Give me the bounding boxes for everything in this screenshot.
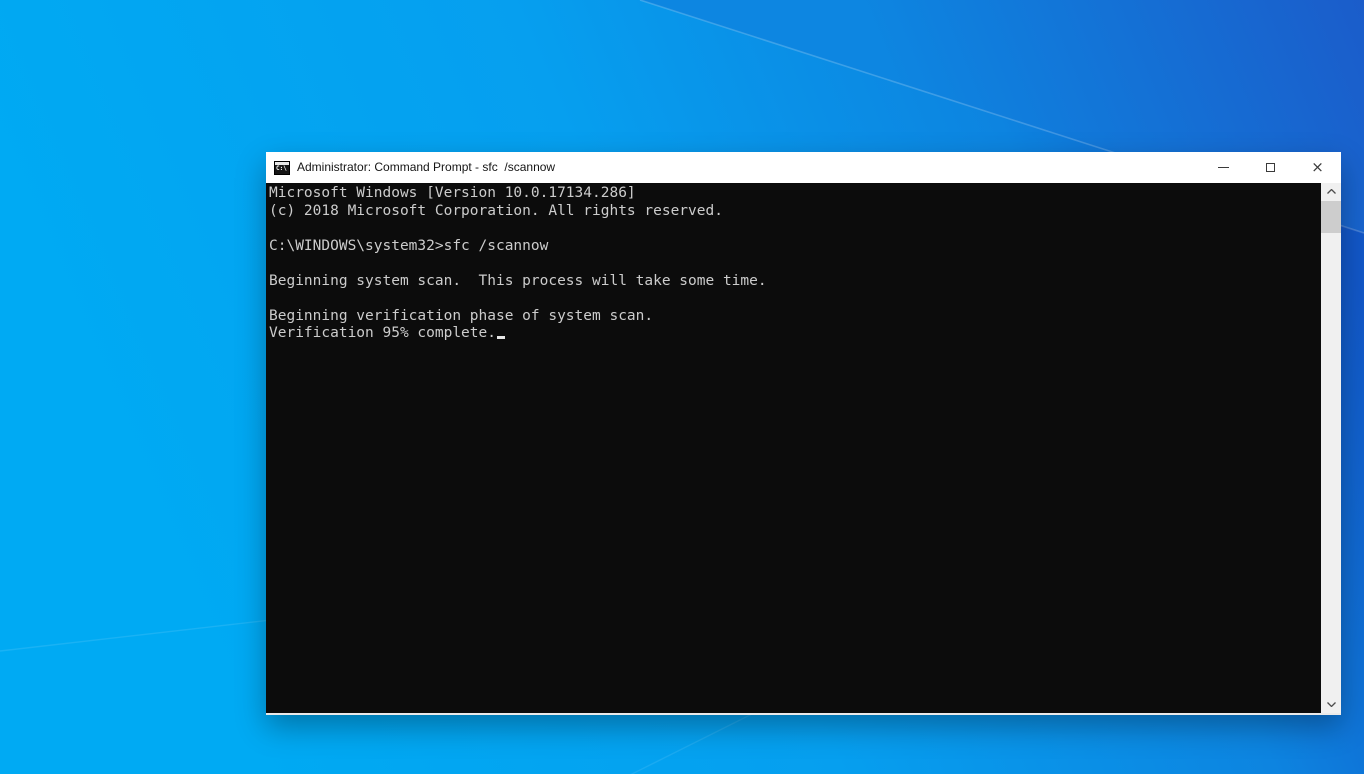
chevron-down-icon bbox=[1326, 702, 1336, 707]
terminal-progress-text: Verification 95% complete. bbox=[269, 325, 496, 341]
terminal-line-progress: Verification 95% complete. bbox=[269, 325, 1321, 343]
minimize-icon bbox=[1218, 167, 1229, 168]
window-controls: × bbox=[1200, 152, 1341, 183]
scrollbar-thumb[interactable] bbox=[1321, 201, 1341, 233]
titlebar[interactable]: C:\ Administrator: Command Prompt - sfc … bbox=[266, 152, 1341, 183]
close-button[interactable]: × bbox=[1294, 152, 1341, 183]
command-prompt-window: C:\ Administrator: Command Prompt - sfc … bbox=[266, 152, 1341, 715]
maximize-icon bbox=[1266, 163, 1275, 172]
command-prompt-icon-glyph: C:\ bbox=[276, 164, 287, 172]
desktop: C:\ Administrator: Command Prompt - sfc … bbox=[0, 0, 1364, 774]
maximize-button[interactable] bbox=[1247, 152, 1294, 183]
chevron-up-icon bbox=[1326, 189, 1336, 194]
command-prompt-icon: C:\ bbox=[274, 160, 290, 175]
window-title: Administrator: Command Prompt - sfc /sca… bbox=[297, 160, 556, 174]
scroll-down-button[interactable] bbox=[1321, 696, 1341, 713]
minimize-button[interactable] bbox=[1200, 152, 1247, 183]
close-icon: × bbox=[1311, 158, 1324, 176]
terminal-line-prompt: C:\WINDOWS\system32>sfc /scannow bbox=[269, 237, 549, 254]
scrollbar[interactable] bbox=[1321, 183, 1341, 713]
terminal-line: Microsoft Windows [Version 10.0.17134.28… bbox=[269, 185, 636, 201]
scrollbar-track[interactable] bbox=[1321, 200, 1341, 696]
text-cursor bbox=[496, 336, 505, 339]
terminal-output[interactable]: Microsoft Windows [Version 10.0.17134.28… bbox=[266, 183, 1321, 713]
terminal-line: Beginning verification phase of system s… bbox=[269, 307, 654, 324]
terminal-line: Beginning system scan. This process will… bbox=[269, 272, 767, 289]
terminal-line: (c) 2018 Microsoft Corporation. All righ… bbox=[269, 202, 723, 219]
scroll-up-button[interactable] bbox=[1321, 183, 1341, 200]
